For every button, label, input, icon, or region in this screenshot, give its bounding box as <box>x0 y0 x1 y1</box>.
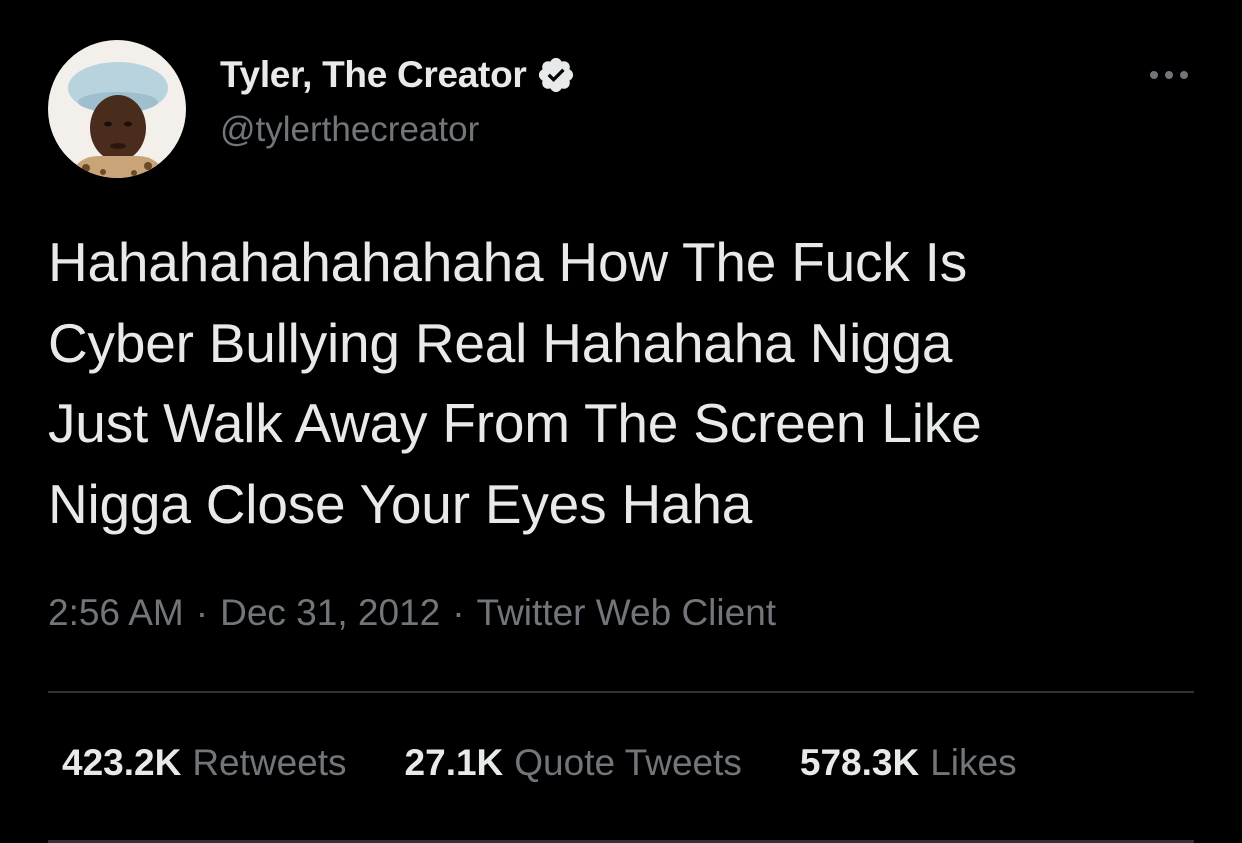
display-name[interactable]: Tyler, The Creator <box>220 54 527 96</box>
meta-separator: · <box>452 592 465 633</box>
quote-tweets-stat[interactable]: 27.1K Quote Tweets <box>405 742 742 784</box>
avatar[interactable] <box>48 40 186 178</box>
quote-tweets-count: 27.1K <box>404 742 504 783</box>
divider <box>48 691 1194 693</box>
profile-photo <box>48 40 186 178</box>
quote-tweets-label: Quote Tweets <box>514 742 742 783</box>
likes-stat[interactable]: 578.3K Likes <box>800 742 1017 784</box>
author-name-row: Tyler, The Creator <box>220 52 576 98</box>
tweet-client[interactable]: Twitter Web Client <box>477 592 777 634</box>
retweets-stat[interactable]: 423.2K Retweets <box>62 742 347 784</box>
meta-separator: · <box>195 592 209 633</box>
likes-label: Likes <box>930 742 1017 783</box>
retweets-label: Retweets <box>192 742 347 783</box>
author-handle[interactable]: @tylerthecreator <box>220 110 479 150</box>
tweet-stats: 423.2K Retweets 27.1K Quote Tweets 578.3… <box>62 742 1017 784</box>
retweets-count: 423.2K <box>62 742 182 783</box>
tweet-date[interactable]: Dec 31, 2012 <box>220 592 440 634</box>
verified-badge-icon <box>536 55 576 95</box>
more-horizontal-icon <box>1150 71 1188 79</box>
likes-count: 578.3K <box>799 742 920 783</box>
tweet-text: Hahahahahahahaha How The Fuck Is Cyber B… <box>48 231 982 535</box>
tweet-time[interactable]: 2:56 AM <box>48 592 184 634</box>
tweet-detail: Tyler, The Creator @tylerthecreator Haha… <box>0 0 1242 843</box>
more-options-button[interactable] <box>1140 60 1198 90</box>
tweet-metadata: 2:56 AM · Dec 31, 2012 · Twitter Web Cli… <box>48 592 776 634</box>
